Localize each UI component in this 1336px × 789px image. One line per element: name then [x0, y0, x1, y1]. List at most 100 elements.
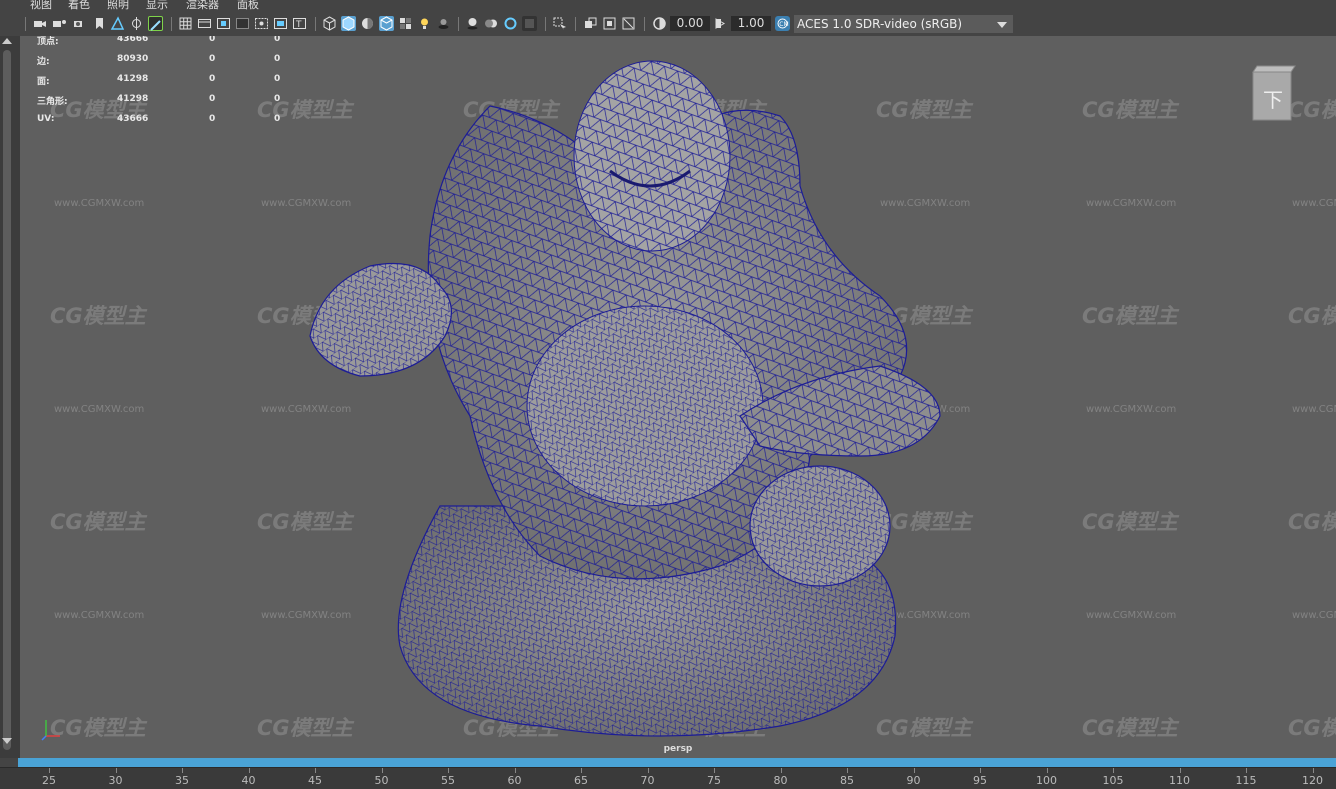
- ruler-tick-label: 65: [574, 774, 588, 787]
- color-management-icon[interactable]: CM: [775, 16, 790, 31]
- hud-value: 43666: [117, 114, 149, 124]
- hud-value: 41298: [117, 74, 149, 84]
- color-space-value: ACES 1.0 SDR-video (sRGB): [797, 17, 963, 31]
- color-space-dropdown[interactable]: ACES 1.0 SDR-video (sRGB): [794, 15, 1013, 33]
- anti-aliasing-icon[interactable]: [503, 16, 518, 31]
- hud-value: 0: [274, 94, 281, 104]
- ruler-tick-mark: [913, 768, 915, 773]
- xray-joints-icon[interactable]: [602, 16, 617, 31]
- ruler-tick-label: 90: [906, 774, 921, 787]
- ruler-tick-label: 45: [308, 774, 322, 787]
- hud-value: 0: [274, 54, 281, 64]
- ruler-tick-label: 120: [1302, 774, 1323, 787]
- smooth-shade-icon[interactable]: [341, 16, 356, 31]
- wireframe-on-shaded-icon[interactable]: [379, 16, 394, 31]
- toolbar-separator: [644, 17, 645, 31]
- ruler-tick-label: 110: [1169, 774, 1190, 787]
- buddha-statue-mesh[interactable]: [20, 36, 1336, 758]
- ruler-tick-label: 60: [507, 774, 522, 787]
- ruler-tick-mark: [847, 768, 848, 773]
- motion-blur-icon[interactable]: [484, 16, 499, 31]
- toolbar-separator: [315, 17, 316, 31]
- wireframe-icon[interactable]: [322, 16, 337, 31]
- bookmark-icon[interactable]: [92, 16, 107, 31]
- time-ruler[interactable]: 25 30 35 40 45 50 55 60 65 70 75 80 85 90 95 100 105 110 1…: [0, 767, 1336, 789]
- chevron-down-icon: [997, 22, 1007, 28]
- gamma-icon[interactable]: [713, 16, 728, 31]
- ruler-tick-label: 105: [1102, 774, 1124, 787]
- axis-gizmo-icon: [41, 720, 60, 741]
- shadows-icon[interactable]: [436, 16, 451, 31]
- menu-view[interactable]: 视图: [30, 0, 52, 12]
- hud-label: 顶点:: [37, 37, 59, 47]
- scroll-up-arrow-icon[interactable]: [2, 38, 12, 44]
- hud-value: 43666: [117, 36, 149, 44]
- ruler-tick-label: 35: [175, 774, 189, 787]
- pencil-icon[interactable]: [148, 16, 163, 31]
- ruler-tick-mark: [381, 768, 383, 773]
- gate-mask-icon[interactable]: [235, 16, 250, 31]
- ruler-tick-label: 40: [241, 774, 256, 787]
- menu-show[interactable]: 显示: [146, 0, 168, 12]
- hud-value: 0: [209, 54, 216, 64]
- svg-text:CM: CM: [779, 21, 788, 28]
- ruler-tick-mark: [1046, 768, 1048, 773]
- ruler-tick-mark: [315, 768, 316, 773]
- scrollbar-thumb[interactable]: [3, 50, 11, 750]
- exposure-icon[interactable]: [652, 16, 667, 31]
- view-cube[interactable]: 下: [1249, 62, 1297, 124]
- default-material-icon[interactable]: [360, 16, 375, 31]
- camera-icon[interactable]: [32, 16, 47, 31]
- perspective-viewport[interactable]: CG模型主CG模型主CG模型主CG模型主CG模型主CG模型主CG模型主CG模型主…: [20, 36, 1336, 758]
- time-slider-bar[interactable]: [18, 758, 1336, 767]
- camera-bookmark-icon[interactable]: [72, 16, 87, 31]
- toolbar-separator: [575, 17, 576, 31]
- image-plane-icon[interactable]: [110, 16, 125, 31]
- hud-value: 41298: [117, 94, 149, 104]
- ruler-tick-label: 80: [773, 774, 788, 787]
- ruler-tick-mark: [1179, 768, 1181, 773]
- menu-shading[interactable]: 着色: [68, 0, 90, 12]
- pivot-icon[interactable]: [129, 16, 144, 31]
- film-gate-icon[interactable]: [197, 16, 212, 31]
- depth-of-field-icon[interactable]: [522, 16, 537, 31]
- ambient-occlusion-icon[interactable]: [465, 16, 480, 31]
- lighting-icon[interactable]: [417, 16, 432, 31]
- grid-icon[interactable]: [178, 16, 193, 31]
- menu-panels[interactable]: 面板: [237, 0, 259, 12]
- camera-name-label: persp: [663, 744, 693, 754]
- exposure-field[interactable]: 0.00: [670, 16, 710, 31]
- scroll-down-arrow-icon[interactable]: [2, 738, 12, 744]
- camera-attributes-icon[interactable]: [52, 16, 67, 31]
- safe-title-icon[interactable]: T: [292, 16, 307, 31]
- menu-renderer[interactable]: 渲染器: [186, 0, 219, 12]
- gamma-field[interactable]: 1.00: [731, 16, 771, 31]
- ruler-tick-label: 85: [840, 774, 854, 787]
- xray-active-components-icon[interactable]: [621, 16, 636, 31]
- ruler-tick-label: 115: [1235, 774, 1257, 787]
- hud-value: 0: [274, 36, 281, 44]
- ruler-tick-mark: [1246, 768, 1247, 773]
- ruler-tick-label: 25: [42, 774, 56, 787]
- field-chart-icon[interactable]: [254, 16, 269, 31]
- xray-icon[interactable]: [583, 16, 598, 31]
- viewport-menu-bar: 视图 着色 照明 显示 渲染器 面板: [0, 0, 1336, 12]
- ruler-tick-label: 70: [640, 774, 655, 787]
- hud-value: 0: [209, 94, 216, 104]
- toolbar-separator: [25, 17, 26, 31]
- menu-lighting[interactable]: 照明: [107, 0, 129, 12]
- hud-label: 三角形:: [37, 97, 68, 107]
- ruler-tick-mark: [714, 768, 715, 773]
- safe-action-icon[interactable]: [273, 16, 288, 31]
- ruler-tick-mark: [581, 768, 582, 773]
- ruler-tick-label: 30: [108, 774, 123, 787]
- hud-value: 0: [274, 114, 281, 124]
- ruler-tick-mark: [980, 768, 981, 773]
- ruler-tick-mark: [647, 768, 649, 773]
- resolution-gate-icon[interactable]: [216, 16, 231, 31]
- ruler-tick-label: 55: [441, 774, 455, 787]
- left-scrollbar[interactable]: [0, 36, 20, 758]
- isolate-select-icon[interactable]: [552, 16, 567, 31]
- ruler-tick-label: 100: [1036, 774, 1057, 787]
- textured-icon[interactable]: [398, 16, 413, 31]
